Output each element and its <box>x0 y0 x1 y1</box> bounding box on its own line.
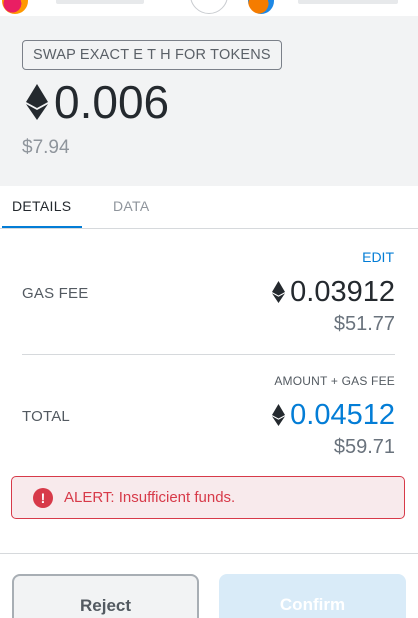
reject-button[interactable]: Reject <box>12 574 199 618</box>
tab-bar: DETAILS DATA <box>0 186 418 229</box>
gas-fee-eth: 0.03912 <box>272 276 395 308</box>
gas-fee-fiat: $51.77 <box>333 313 395 335</box>
edit-gas-link[interactable]: EDIT <box>362 249 394 265</box>
total-eth-value: 0.04512 <box>290 399 395 431</box>
method-badge: SWAP EXACT E T H FOR TOKENS <box>22 40 282 70</box>
arrow-right-icon <box>190 0 228 14</box>
active-tab-indicator <box>2 226 82 228</box>
transaction-summary: SWAP EXACT E T H FOR TOKENS 0.006 $7.94 <box>0 16 418 186</box>
ethereum-icon <box>272 404 286 426</box>
total-eth: 0.04512 <box>272 399 395 431</box>
ethereum-icon <box>272 281 286 303</box>
amount-eth: 0.006 <box>54 76 170 128</box>
amount-fiat: $7.94 <box>22 137 70 158</box>
total-subheading: AMOUNT + GAS FEE <box>274 374 395 388</box>
tab-details[interactable]: DETAILS <box>12 198 71 214</box>
divider <box>22 354 395 355</box>
recipient-avatar <box>248 0 274 14</box>
tab-data[interactable]: DATA <box>113 198 149 214</box>
account-bar <box>0 0 418 16</box>
insufficient-funds-alert: ! ALERT: Insufficient funds. <box>11 476 405 519</box>
gas-fee-eth-value: 0.03912 <box>290 276 395 308</box>
recipient-name-partial <box>298 0 398 4</box>
ethereum-icon <box>26 84 48 120</box>
total-label: TOTAL <box>22 408 70 425</box>
gas-fee-label: GAS FEE <box>22 285 89 302</box>
alert-text: ALERT: Insufficient funds. <box>64 489 236 506</box>
footer-divider <box>0 553 418 554</box>
exclamation-circle-icon: ! <box>33 487 53 508</box>
sender-name-partial <box>56 0 144 4</box>
sender-avatar <box>2 0 28 14</box>
total-fiat: $59.71 <box>333 436 395 458</box>
confirm-button[interactable]: Confirm <box>219 574 406 618</box>
